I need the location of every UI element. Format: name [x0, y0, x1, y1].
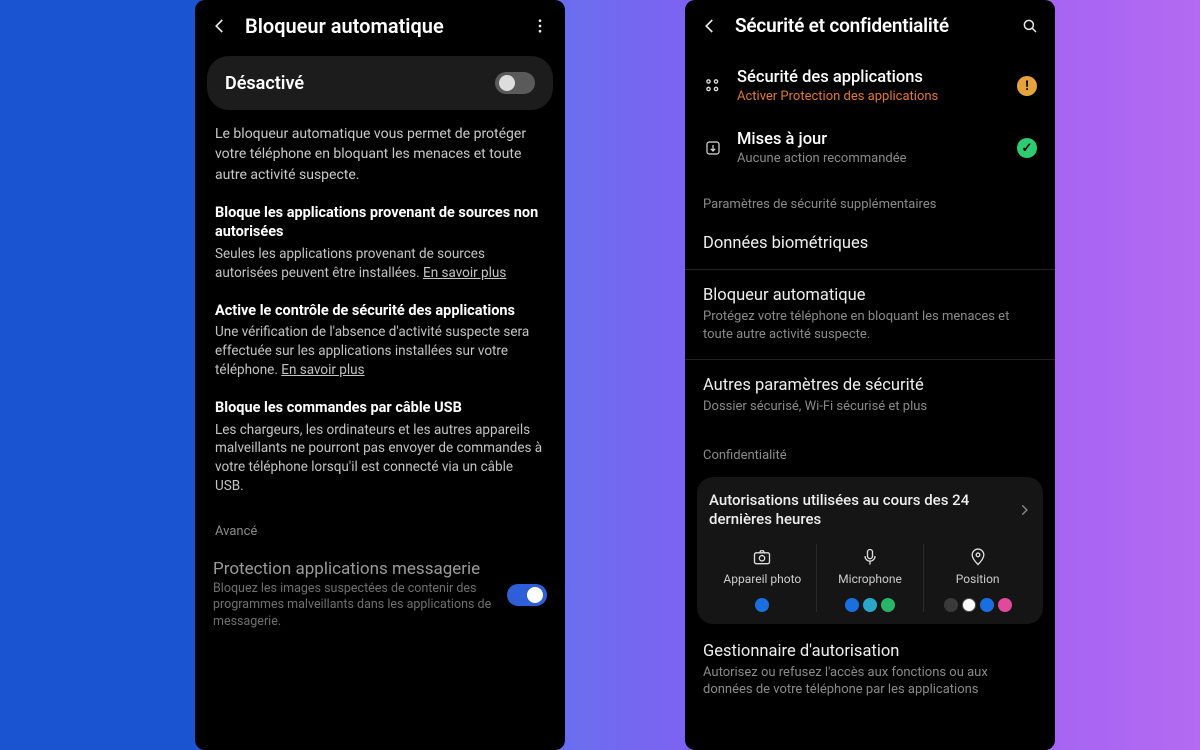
header: Sécurité et confidentialité	[685, 0, 1055, 55]
app-dots	[713, 598, 812, 612]
master-toggle-card[interactable]: Désactivé	[207, 56, 553, 110]
app-dots	[928, 598, 1027, 612]
status-title: Sécurité des applications	[737, 68, 1003, 87]
permissions-title: Autorisations utilisées au cours des 24 …	[709, 491, 1009, 530]
feature-desc: Seules les applications provenant de sou…	[215, 245, 545, 283]
status-title: Mises à jour	[737, 130, 1003, 149]
messaging-protection-switch[interactable]	[507, 584, 547, 606]
intro-text: Le bloqueur automatique vous permet de p…	[195, 124, 565, 203]
feature-block-security-check: Active le contrôle de sécurité des appli…	[195, 301, 565, 398]
learn-more-link[interactable]: En savoir plus	[281, 362, 364, 378]
app-dots	[821, 598, 920, 612]
perm-microphone[interactable]: Microphone	[816, 544, 924, 612]
advanced-section-header: Avancé	[195, 514, 565, 547]
divider	[685, 359, 1055, 360]
extra-security-section-header: Paramètres de sécurité supplémentaires	[685, 179, 1055, 220]
warning-badge-icon: !	[1017, 76, 1037, 96]
master-toggle-switch[interactable]	[495, 72, 535, 94]
permissions-card[interactable]: Autorisations utilisées au cours des 24 …	[697, 477, 1043, 624]
messaging-protection-label: Protection applications messagerie Bloqu…	[213, 559, 497, 630]
feature-block-sources: Bloque les applications provenant de sou…	[195, 203, 565, 301]
status-sub: Activer Protection des applications	[737, 89, 1003, 104]
privacy-section-header: Confidentialité	[685, 430, 1055, 471]
page-title: Sécurité et confidentialité	[735, 14, 1005, 37]
permissions-columns: Appareil photo Microphone Position	[709, 544, 1031, 612]
status-updates[interactable]: Mises à jour Aucune action recommandée ✓	[685, 117, 1055, 179]
feature-desc: Une vérification de l'absence d'activité…	[215, 323, 545, 380]
feature-title: Active le contrôle de sécurité des appli…	[215, 301, 545, 321]
phone-security-privacy: Sécurité et confidentialité Sécurité des…	[685, 0, 1055, 750]
ok-badge-icon: ✓	[1017, 138, 1037, 158]
search-button[interactable]	[1019, 15, 1041, 37]
feature-title: Bloque les commandes par câble USB	[215, 398, 545, 418]
item-other-security[interactable]: Autres paramètres de sécurité Dossier sé…	[685, 362, 1055, 430]
camera-icon	[713, 546, 812, 568]
feature-block-usb: Bloque les commandes par câble USB Les c…	[195, 398, 565, 514]
perm-location[interactable]: Position	[923, 544, 1031, 612]
chevron-right-icon	[1017, 503, 1031, 517]
page-title: Bloqueur automatique	[245, 14, 515, 38]
location-icon	[928, 546, 1027, 568]
status-sub: Aucune action recommandée	[737, 151, 1003, 166]
feature-desc: Les chargeurs, les ordinateurs et les au…	[215, 421, 545, 497]
divider	[685, 269, 1055, 270]
header: Bloqueur automatique	[195, 0, 565, 56]
back-button[interactable]	[209, 15, 231, 37]
status-app-security[interactable]: Sécurité des applications Activer Protec…	[685, 55, 1055, 117]
shield-update-icon	[703, 138, 723, 158]
feature-title: Bloque les applications provenant de sou…	[215, 203, 545, 242]
perm-camera[interactable]: Appareil photo	[709, 544, 816, 612]
more-menu-button[interactable]	[529, 15, 551, 37]
messaging-protection-row[interactable]: Protection applications messagerie Bloqu…	[195, 547, 565, 642]
item-biometrics[interactable]: Données biométriques	[685, 220, 1055, 267]
learn-more-link[interactable]: En savoir plus	[423, 265, 506, 281]
phone-auto-blocker: Bloqueur automatique Désactivé Le bloque…	[195, 0, 565, 750]
master-toggle-label: Désactivé	[225, 73, 304, 94]
back-button[interactable]	[699, 15, 721, 37]
mic-icon	[821, 546, 920, 568]
item-auto-blocker[interactable]: Bloqueur automatique Protégez votre télé…	[685, 272, 1055, 357]
apps-icon	[703, 76, 723, 96]
item-permission-manager[interactable]: Gestionnaire d'autorisation Autorisez ou…	[685, 636, 1055, 713]
